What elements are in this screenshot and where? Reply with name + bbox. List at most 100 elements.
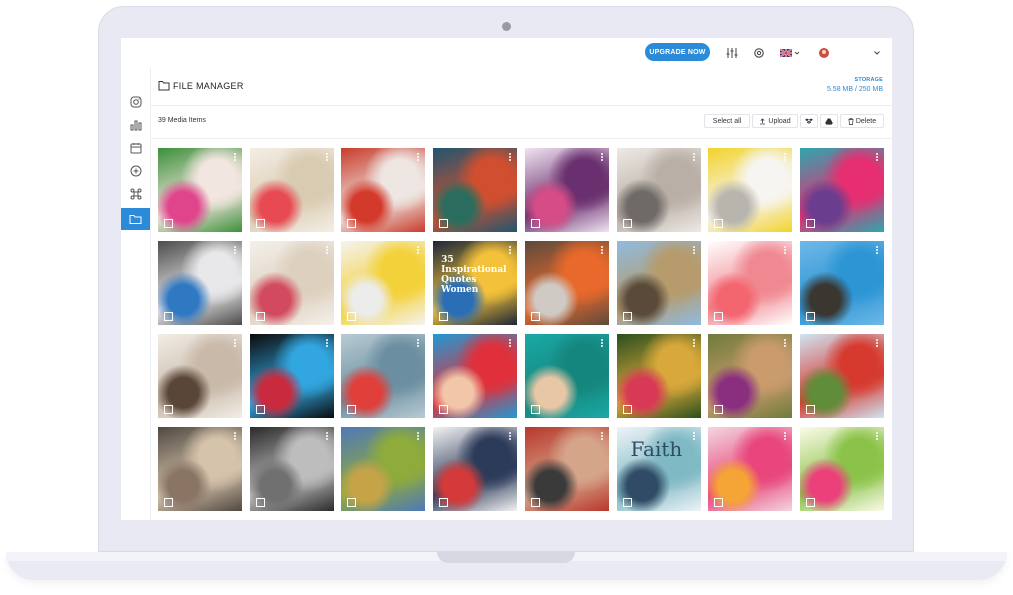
media-thumbnail[interactable] [524, 334, 609, 418]
upload-button[interactable]: Upload [752, 114, 798, 128]
media-thumbnail[interactable] [433, 334, 518, 418]
more-options-icon[interactable] [509, 339, 512, 347]
select-checkbox[interactable] [622, 312, 632, 321]
more-options-icon[interactable] [325, 246, 328, 254]
more-options-icon[interactable] [417, 153, 420, 161]
select-checkbox[interactable] [714, 312, 724, 321]
sidebar-item-file-manager[interactable] [121, 208, 150, 230]
media-thumbnail[interactable] [433, 427, 518, 511]
select-checkbox[interactable] [439, 312, 449, 321]
select-checkbox[interactable] [347, 498, 357, 507]
more-options-icon[interactable] [234, 339, 236, 347]
more-options-icon[interactable] [325, 339, 328, 347]
select-checkbox[interactable] [439, 405, 449, 414]
media-thumbnail[interactable] [708, 241, 793, 325]
media-thumbnail[interactable] [524, 427, 609, 511]
select-checkbox[interactable] [622, 219, 632, 228]
more-options-icon[interactable] [692, 339, 695, 347]
more-options-icon[interactable] [875, 246, 878, 254]
media-thumbnail[interactable] [341, 334, 426, 418]
select-checkbox[interactable] [255, 312, 265, 321]
media-thumbnail[interactable] [799, 241, 884, 325]
select-checkbox[interactable] [714, 405, 724, 414]
select-all-button[interactable]: Select all [704, 114, 750, 128]
more-options-icon[interactable] [234, 246, 236, 254]
media-thumbnail[interactable] [799, 334, 884, 418]
more-options-icon[interactable] [509, 432, 512, 440]
select-checkbox[interactable] [347, 312, 357, 321]
select-checkbox[interactable] [622, 405, 632, 414]
media-thumbnail[interactable] [249, 241, 334, 325]
select-checkbox[interactable] [439, 219, 449, 228]
sidebar-item-analytics[interactable] [121, 114, 150, 136]
language-selector[interactable] [780, 46, 802, 60]
media-thumbnail[interactable] [616, 148, 701, 232]
more-options-icon[interactable] [692, 153, 695, 161]
media-thumbnail[interactable] [708, 427, 793, 511]
more-options-icon[interactable] [234, 153, 236, 161]
more-options-icon[interactable] [325, 432, 328, 440]
more-options-icon[interactable] [875, 432, 878, 440]
select-checkbox[interactable] [805, 312, 815, 321]
more-options-icon[interactable] [509, 153, 512, 161]
more-options-icon[interactable] [692, 432, 695, 440]
delete-button[interactable]: Delete [840, 114, 884, 128]
more-options-icon[interactable] [875, 153, 878, 161]
media-thumbnail[interactable] [341, 148, 426, 232]
select-checkbox[interactable] [255, 405, 265, 414]
select-checkbox[interactable] [347, 405, 357, 414]
select-checkbox[interactable] [622, 498, 632, 507]
select-checkbox[interactable] [530, 405, 540, 414]
more-options-icon[interactable] [600, 339, 603, 347]
select-checkbox[interactable] [530, 219, 540, 228]
select-checkbox[interactable] [530, 312, 540, 321]
select-checkbox[interactable] [164, 405, 173, 414]
sidebar-item-instagram[interactable] [121, 91, 150, 113]
media-thumbnail[interactable] [249, 148, 334, 232]
select-checkbox[interactable] [255, 498, 265, 507]
media-thumbnail[interactable] [158, 334, 242, 418]
select-checkbox[interactable] [164, 219, 173, 228]
media-thumbnail[interactable]: Faith [616, 427, 701, 511]
media-thumbnail[interactable] [158, 148, 242, 232]
more-options-icon[interactable] [600, 246, 603, 254]
more-options-icon[interactable] [784, 432, 787, 440]
more-options-icon[interactable] [784, 339, 787, 347]
select-checkbox[interactable] [439, 498, 449, 507]
more-options-icon[interactable] [417, 246, 420, 254]
more-options-icon[interactable] [692, 246, 695, 254]
sidebar-item-calendar[interactable] [121, 137, 150, 159]
select-checkbox[interactable] [805, 405, 815, 414]
avatar-icon[interactable] [817, 46, 831, 60]
more-options-icon[interactable] [234, 432, 236, 440]
media-thumbnail[interactable]: 35 Inspirational Quotes Women [433, 241, 518, 325]
select-checkbox[interactable] [714, 219, 724, 228]
more-options-icon[interactable] [784, 153, 787, 161]
select-checkbox[interactable] [164, 312, 173, 321]
media-thumbnail[interactable] [616, 334, 701, 418]
sliders-icon[interactable] [725, 46, 739, 60]
more-options-icon[interactable] [875, 339, 878, 347]
more-options-icon[interactable] [784, 246, 787, 254]
upgrade-now-button[interactable]: UPGRADE NOW [645, 43, 710, 61]
more-options-icon[interactable] [325, 153, 328, 161]
media-thumbnail[interactable] [524, 241, 609, 325]
sidebar-item-shortcuts[interactable] [121, 183, 150, 205]
gear-icon[interactable] [752, 46, 766, 60]
media-thumbnail[interactable] [158, 241, 242, 325]
select-checkbox[interactable] [805, 498, 815, 507]
select-checkbox[interactable] [255, 219, 265, 228]
media-thumbnail[interactable] [341, 427, 426, 511]
media-thumbnail[interactable] [341, 241, 426, 325]
media-thumbnail[interactable] [433, 148, 518, 232]
more-options-icon[interactable] [417, 432, 420, 440]
media-thumbnail[interactable] [799, 148, 884, 232]
google-drive-button[interactable] [820, 114, 838, 128]
media-thumbnail[interactable] [708, 148, 793, 232]
select-checkbox[interactable] [805, 219, 815, 228]
more-options-icon[interactable] [509, 246, 512, 254]
chevron-down-icon[interactable] [870, 46, 884, 60]
media-thumbnail[interactable] [249, 427, 334, 511]
media-thumbnail[interactable] [708, 334, 793, 418]
select-checkbox[interactable] [530, 498, 540, 507]
